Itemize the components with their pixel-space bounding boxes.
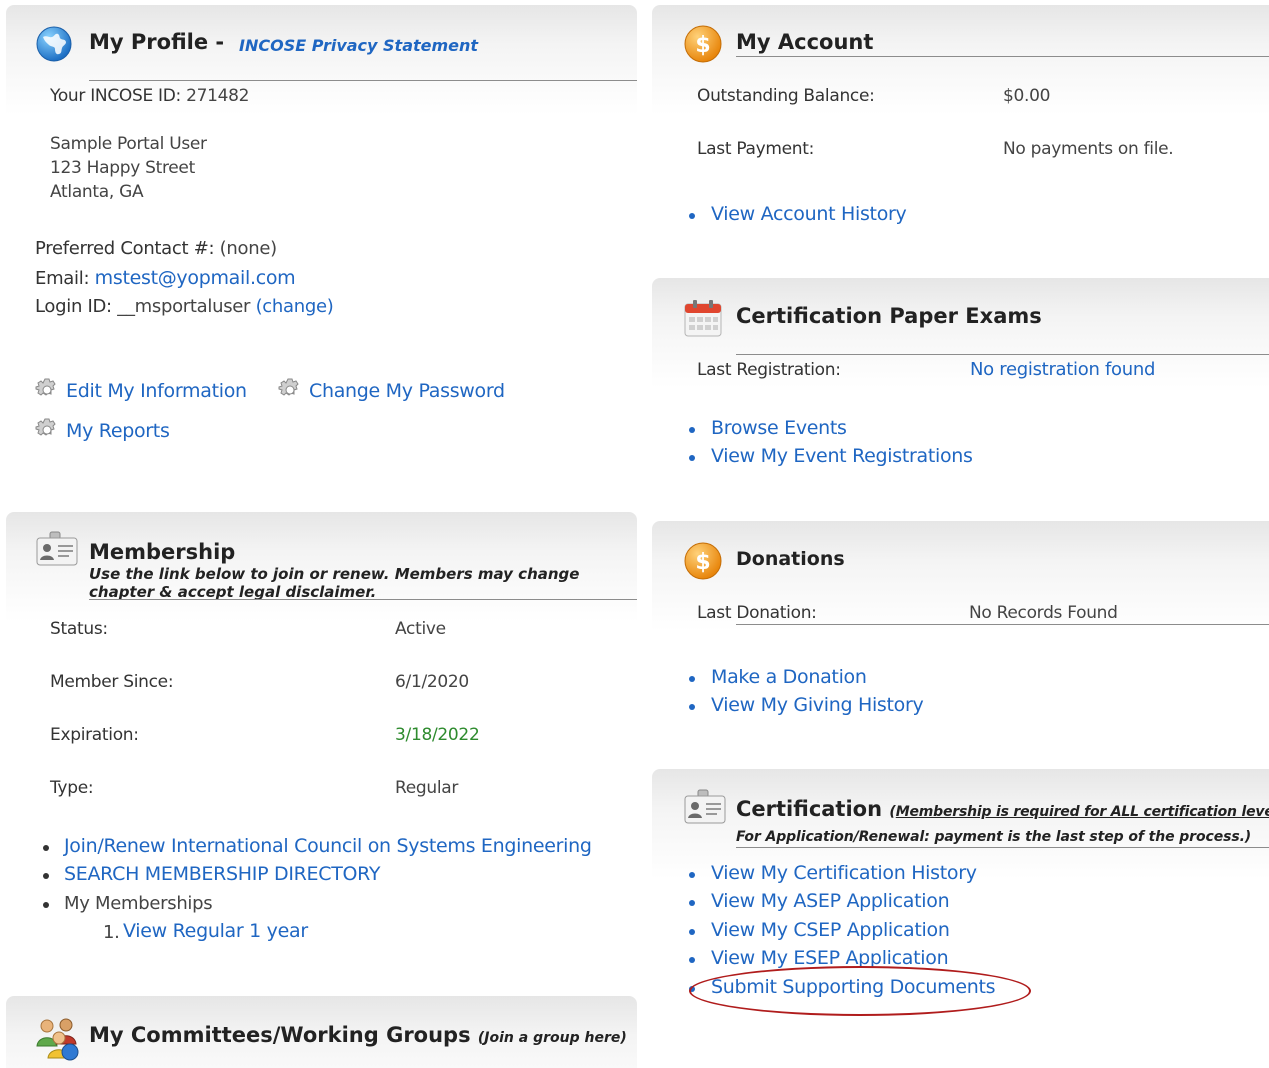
last-payment-label: Last Payment: [697,139,815,159]
id-card-icon [683,788,727,830]
dollar-coin-icon: $ [683,24,723,68]
email-link[interactable]: mstest@yopmail.com [95,267,296,289]
email-row: Email: mstest@yopmail.com [35,267,296,289]
address-name: Sample Portal User [50,134,207,154]
id-card-icon [35,530,79,572]
view-my-giving-history-link[interactable]: View My Giving History [711,694,924,716]
profile-title: My Profile - [89,30,225,54]
outstanding-balance-label: Outstanding Balance: [697,86,875,106]
profile-header-divider [89,80,637,81]
bullet [689,455,695,461]
exams-title: Certification Paper Exams [736,304,1042,328]
bullet [689,427,695,433]
bullet [689,872,695,878]
certification-note-line2: For Application/Renewal: payment is the … [736,829,1252,845]
view-regular-membership-link[interactable]: View Regular 1 year [123,920,308,942]
highlight-ellipse [689,966,1031,1016]
svg-text:$: $ [695,33,710,58]
membership-note-line1: Use the link below to join or renew. Mem… [89,565,580,583]
view-csep-application-link[interactable]: View My CSEP Application [711,919,950,941]
committees-title: My Committees/Working Groups (Join a gro… [89,1023,627,1047]
membership-header-divider [89,599,637,600]
gear-icon [35,418,59,446]
bullet [43,873,49,879]
bullet [43,902,49,908]
bullet [689,676,695,682]
bullet [689,957,695,963]
last-payment-value: No payments on file. [1003,139,1174,159]
membership-required-note: Membership is required for ALL certifica… [895,804,1269,820]
my-reports-link[interactable]: My Reports [66,420,170,442]
donations-title: Donations [736,548,845,570]
account-title: My Account [736,30,874,54]
globe-icon [35,25,73,67]
bullet [689,900,695,906]
dollar-coin-icon: $ [683,541,723,585]
no-registration-found-link[interactable]: No registration found [970,359,1155,380]
exams-header-divider [736,354,1269,355]
view-account-history-link[interactable]: View Account History [711,203,907,225]
type-value: Regular [395,778,459,798]
last-donation-label: Last Donation: [697,603,817,623]
certification-title: Certification (Membership is required fo… [736,797,1269,821]
bullet [43,845,49,851]
last-registration-label: Last Registration: [697,360,841,380]
bullet [689,929,695,935]
status-label: Status: [50,619,108,639]
view-certification-history-link[interactable]: View My Certification History [711,862,977,884]
calendar-icon [683,298,723,342]
account-header-divider [736,56,1269,57]
expiration-value: 3/18/2022 [395,725,480,745]
gear-icon [35,378,59,406]
expiration-label: Expiration: [50,725,139,745]
list-number: 1. [103,922,120,943]
privacy-statement-link[interactable]: INCOSE Privacy Statement [239,36,478,55]
view-asep-application-link[interactable]: View My ASEP Application [711,890,950,912]
status-value: Active [395,619,446,639]
change-login-link[interactable]: (change) [256,296,334,317]
certification-header-divider [736,847,1269,848]
my-memberships-label: My Memberships [64,893,213,914]
bullet [689,704,695,710]
address-city: Atlanta, GA [50,182,144,202]
bullet [689,213,695,219]
membership-title: Membership [89,540,236,564]
change-my-password-link[interactable]: Change My Password [309,380,505,402]
view-my-event-registrations-link[interactable]: View My Event Registrations [711,445,973,467]
type-label: Type: [50,778,94,798]
join-renew-link[interactable]: Join/Renew International Council on Syst… [64,835,592,857]
join-group-link[interactable]: (Join a group here) [478,1030,627,1046]
make-a-donation-link[interactable]: Make a Donation [711,666,867,688]
search-membership-directory-link[interactable]: SEARCH MEMBERSHIP DIRECTORY [64,863,380,885]
edit-my-information-link[interactable]: Edit My Information [66,380,247,402]
svg-text:$: $ [695,550,710,575]
login-id-row: Login ID: __msportaluser (change) [35,296,334,317]
member-since-value: 6/1/2020 [395,672,469,692]
address-street: 123 Happy Street [50,158,195,178]
people-group-icon [34,1016,82,1066]
donations-header-divider [736,624,1269,625]
last-donation-value: No Records Found [969,603,1118,623]
browse-events-link[interactable]: Browse Events [711,417,847,439]
incose-id-row: Your INCOSE ID: 271482 [50,86,250,106]
outstanding-balance-value: $0.00 [1003,86,1051,106]
preferred-contact-row: Preferred Contact #: (none) [35,238,277,259]
member-since-label: Member Since: [50,672,174,692]
gear-icon [278,378,302,406]
